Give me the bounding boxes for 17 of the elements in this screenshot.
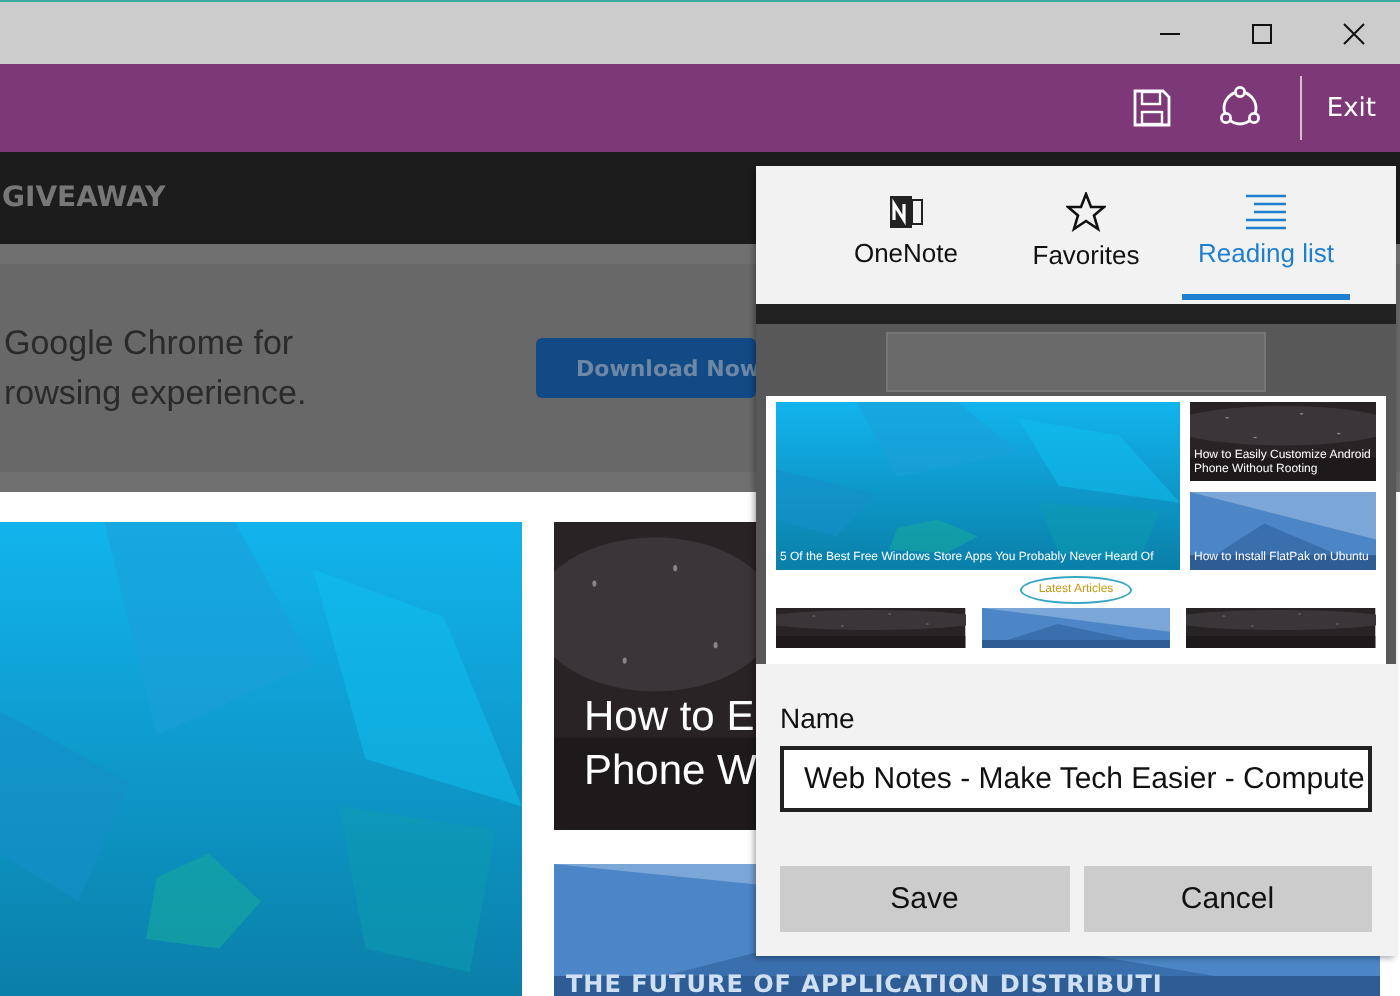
ad-text: Google Chrome for rowsing experience. <box>4 322 307 416</box>
list-icon <box>1244 193 1288 229</box>
notebook-icon <box>888 193 924 229</box>
nav-link[interactable]: GIVEAWAY <box>2 182 166 214</box>
cancel-button[interactable]: Cancel <box>1083 866 1372 932</box>
article-title[interactable]: THE FUTURE OF APPLICATION DISTRIBUTI <box>566 970 1163 996</box>
exit-button[interactable]: Exit <box>1318 64 1400 152</box>
share-icon <box>1218 86 1263 130</box>
article-title[interactable]: How to E Phone W <box>584 690 756 798</box>
star-icon <box>1066 191 1106 231</box>
close-icon <box>1342 21 1366 45</box>
save-button[interactable]: Save <box>780 866 1069 932</box>
maximize-icon <box>1250 21 1274 45</box>
name-field[interactable]: Web Notes - Make Tech Easier - Compute <box>780 746 1372 812</box>
name-label: Name <box>780 702 857 734</box>
panel-tab[interactable]: Favorites <box>1002 166 1170 300</box>
panel-tab[interactable]: OneNote <box>822 166 990 300</box>
